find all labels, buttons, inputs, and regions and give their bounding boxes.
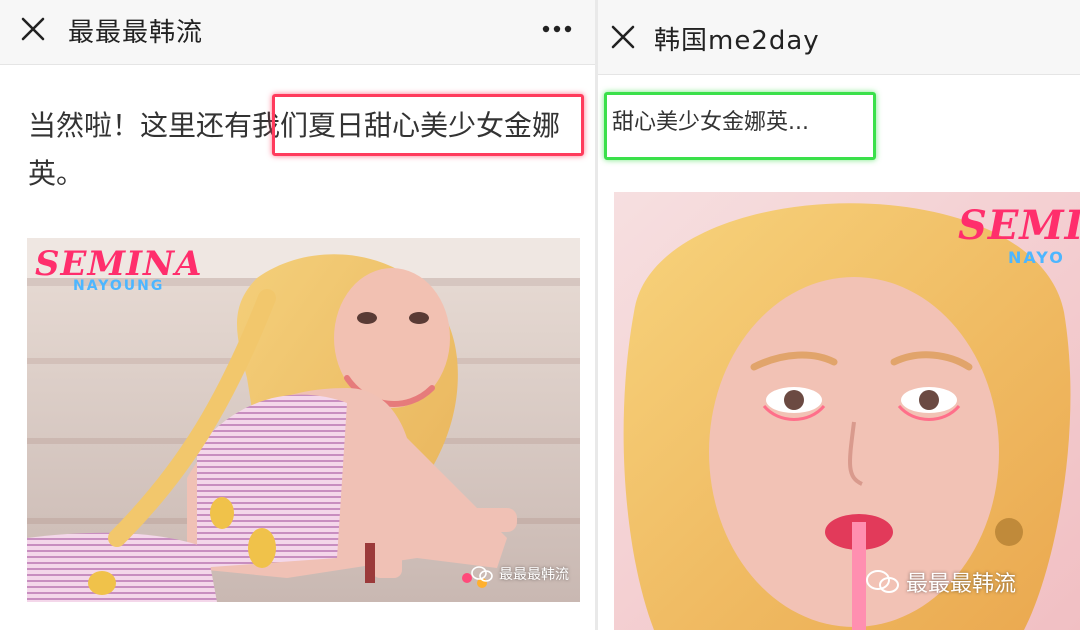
photo-watermark: 最最最韩流 [471, 564, 569, 584]
wechat-icon [471, 566, 493, 582]
photo-brand-subtitle: NAYOUNG [73, 278, 165, 294]
close-icon[interactable] [18, 14, 48, 44]
watermark-text: 最最最韩流 [499, 567, 569, 583]
article-photo[interactable]: SEMINA NAYOUNG 最最最韩流 [27, 238, 580, 602]
photo-brand-logo: SEMIN [958, 202, 1080, 249]
close-icon[interactable] [608, 22, 638, 52]
wechat-icon [866, 570, 899, 593]
photo-watermark: 最最最韩流 [866, 566, 1016, 598]
page-title: 最最最韩流 [68, 18, 204, 48]
watermark-text: 最最最韩流 [906, 572, 1017, 597]
right-title-bar: 韩国me2day [598, 0, 1080, 75]
left-title-bar: 最最最韩流 [0, 0, 595, 65]
page-title: 韩国me2day [654, 26, 820, 56]
article-photo[interactable]: SEMIN NAYO 最最最韩流 [614, 192, 1080, 630]
highlight-red-box [272, 94, 584, 156]
more-icon[interactable] [541, 24, 573, 34]
photo-brand-subtitle: NAYO [1008, 248, 1065, 267]
highlight-green-box [604, 92, 876, 160]
